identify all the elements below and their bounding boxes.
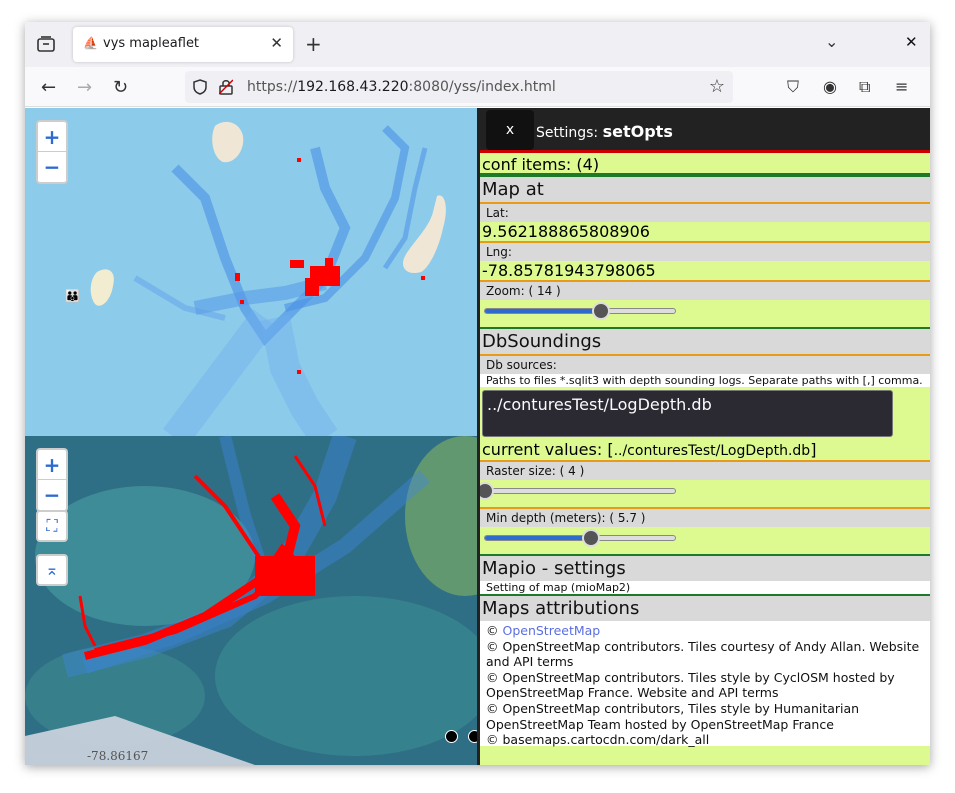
- tab-close-icon[interactable]: ✕: [270, 34, 283, 52]
- chevron-down-icon[interactable]: ⌄: [825, 32, 838, 51]
- db-sources-note: Paths to files *.sqlit3 with depth sound…: [480, 374, 930, 387]
- split-dot[interactable]: [445, 730, 458, 743]
- map-top-canvas: 👪: [65, 121, 446, 436]
- raster-slider-row: [480, 480, 930, 507]
- section-mapio-settings[interactable]: Mapio - settings: [480, 554, 930, 581]
- tab-list-icon[interactable]: [37, 36, 55, 52]
- mapio-note: Setting of map (mioMap2): [480, 581, 930, 594]
- zoom-slider-row: [480, 300, 930, 327]
- settings-body: conf items: (4) Map at Lat: 9.5621888658…: [480, 153, 930, 748]
- zoom-slider[interactable]: [484, 302, 676, 320]
- menu-icon[interactable]: ≡: [895, 77, 908, 96]
- min-depth-slider-fill: [485, 536, 592, 540]
- attribution-line4: © basemaps.cartocdn.com/dark_all: [486, 732, 710, 748]
- db-sources-input[interactable]: ../conturesTest/LogDepth.db: [482, 390, 893, 437]
- tab-title: vys mapleaflet: [103, 36, 200, 51]
- pocket-icon[interactable]: ⛉: [787, 77, 799, 97]
- map-top[interactable]: 👪 + −: [25, 108, 477, 436]
- min-depth-label: Min depth (meters): ( 5.7 ): [480, 507, 930, 527]
- island-west: [90, 269, 114, 306]
- raster-size-label: Raster size: ( 4 ): [480, 460, 930, 480]
- sounding-tracks: [133, 125, 428, 436]
- browser-window: ⛵ vys mapleaflet ✕ + ⌄ ✕ ← → ↻ https://1…: [25, 22, 930, 765]
- raster-size-slider[interactable]: [480, 482, 676, 500]
- zoom-out-button-top[interactable]: −: [38, 152, 66, 182]
- current-values: current values: [../conturesTest/LogDept…: [482, 440, 817, 459]
- map-bottom-canvas: [25, 436, 477, 765]
- conf-items-count: conf items: (4): [480, 153, 930, 175]
- openstreetmap-link[interactable]: OpenStreetMap: [502, 623, 600, 638]
- zoom-in-button-top[interactable]: +: [38, 122, 66, 152]
- new-tab-icon[interactable]: +: [305, 32, 322, 56]
- url-bar[interactable]: https://192.168.43.220:8080/yss/index.ht…: [185, 71, 733, 103]
- section-map-at[interactable]: Map at: [480, 175, 930, 202]
- window-close-icon[interactable]: ✕: [905, 33, 918, 51]
- min-depth-slider-row: [480, 527, 930, 554]
- section-maps-attributions[interactable]: Maps attributions: [480, 594, 930, 621]
- tab-vys-mapleaflet[interactable]: ⛵ vys mapleaflet ✕: [73, 27, 293, 62]
- zoom-label: Zoom: ( 14 ): [480, 280, 930, 300]
- zoom-control-top: + −: [36, 120, 68, 184]
- poi-icon: 👪: [65, 289, 80, 303]
- zoom-slider-fill: [485, 309, 601, 313]
- insecure-lock-icon[interactable]: [219, 79, 233, 95]
- tab-bar: ⛵ vys mapleaflet ✕ + ⌄ ✕: [25, 22, 930, 67]
- attribution-line1: © OpenStreetMap contributors. Tiles cour…: [486, 638, 920, 670]
- min-depth-slider[interactable]: [484, 529, 676, 547]
- extensions-icon[interactable]: ⧉: [859, 77, 870, 97]
- nav-bar: ← → ↻ https://192.168.43.220:8080/yss/in…: [25, 67, 930, 107]
- settings-header: x Settings: setOpts: [480, 108, 930, 153]
- raster-slider-thumb[interactable]: [480, 482, 494, 500]
- section-dbsoundings[interactable]: DbSoundings: [480, 327, 930, 354]
- site-favicon-icon: ⛵: [83, 36, 98, 50]
- bookmark-star-icon[interactable]: ☆: [709, 76, 725, 97]
- zoom-in-button-bottom[interactable]: +: [38, 450, 66, 480]
- back-arrow-icon[interactable]: ←: [41, 77, 56, 98]
- settings-title: Settings: setOpts: [536, 122, 673, 141]
- close-settings-button[interactable]: x: [486, 110, 534, 150]
- url-text[interactable]: https://192.168.43.220:8080/yss/index.ht…: [247, 79, 556, 95]
- collapse-up-icon[interactable]: ⌅: [36, 554, 68, 586]
- lng-value: -78.85781943798065: [482, 261, 656, 280]
- zoom-out-button-bottom[interactable]: −: [38, 480, 66, 510]
- settings-panel: x Settings: setOpts conf items: (4) Map …: [477, 108, 930, 765]
- forward-arrow-icon[interactable]: →: [77, 77, 92, 98]
- account-icon[interactable]: ◉: [823, 77, 837, 96]
- attribution-line3: © OpenStreetMap contributors, Tiles styl…: [486, 700, 860, 732]
- map-bottom[interactable]: + − ⛶ ⌅ -78.86167: [25, 436, 477, 765]
- min-depth-slider-thumb[interactable]: [582, 529, 601, 547]
- zoom-control-bottom: + −: [36, 448, 68, 512]
- page-content: 👪 + − + − ⛶ ⌅ -78.86167 x Settings: setO…: [25, 108, 930, 765]
- attributions-text: © OpenStreetMap © OpenStreetMap contribu…: [480, 621, 930, 748]
- island-north: [212, 121, 244, 163]
- reload-icon[interactable]: ↻: [113, 77, 128, 98]
- coordinate-label: -78.86167: [87, 749, 149, 763]
- attribution-line2: © OpenStreetMap contributors. Tiles styl…: [486, 669, 895, 701]
- lat-label: Lat:: [480, 202, 930, 222]
- zoom-slider-thumb[interactable]: [591, 302, 610, 320]
- db-sources-label: Db sources:: [480, 354, 930, 374]
- fullscreen-icon[interactable]: ⛶: [36, 510, 68, 542]
- lng-label: Lng:: [480, 241, 930, 261]
- attribution-osm: © OpenStreetMap: [486, 623, 601, 638]
- shield-icon[interactable]: [193, 79, 207, 95]
- lat-value: 9.562188865808906: [482, 222, 650, 241]
